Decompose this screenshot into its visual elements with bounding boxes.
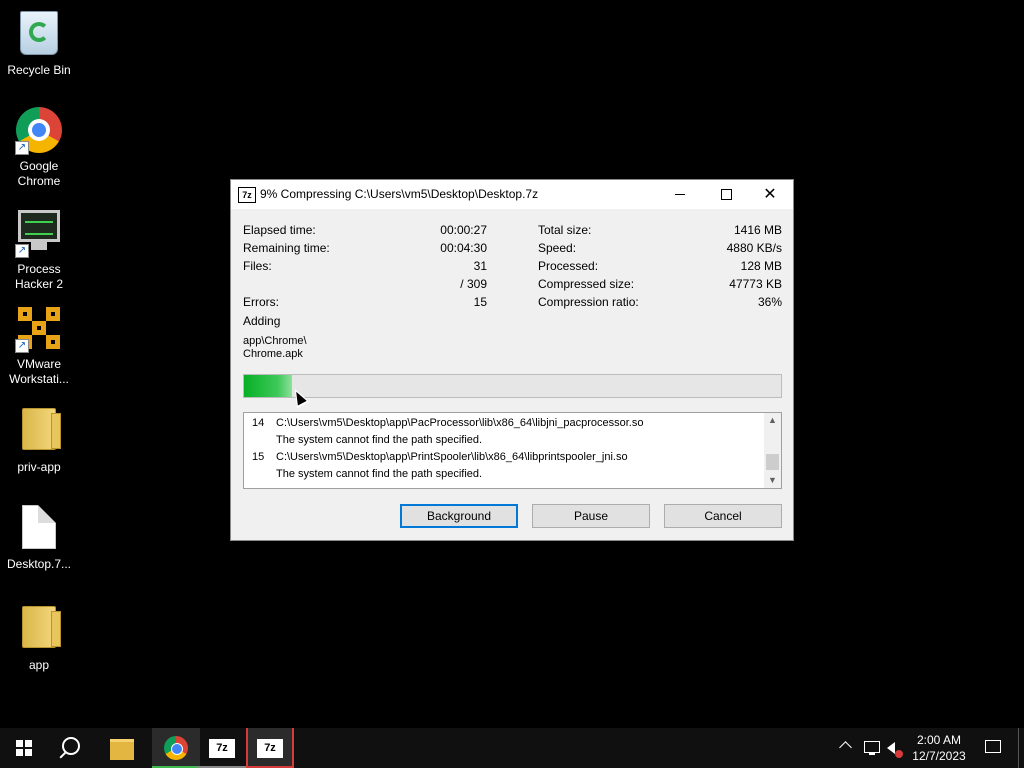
scroll-down-icon[interactable]: ▼ (764, 473, 781, 488)
window-title: 9% Compressing C:\Users\vm5\Desktop\Desk… (260, 187, 539, 201)
folder-icon (22, 408, 61, 450)
network-tray-button[interactable] (861, 728, 883, 768)
network-icon (864, 741, 880, 753)
start-button[interactable] (0, 728, 48, 768)
minimize-icon (675, 194, 685, 195)
desktop-icon-label: Recycle Bin (7, 63, 71, 77)
errors-label: Errors: (243, 295, 279, 309)
cancel-button[interactable]: Cancel (664, 504, 782, 528)
files-label: Files: (243, 259, 272, 273)
progress-bar-fill (244, 375, 293, 397)
shortcut-arrow-icon: ↗ (15, 339, 29, 353)
chevron-up-icon (839, 741, 852, 754)
maximize-icon (721, 189, 732, 200)
7zip-icon: 7z (209, 739, 235, 758)
current-file-path: app\Chrome\ (243, 335, 307, 347)
scroll-up-icon[interactable]: ▲ (764, 413, 781, 428)
minimize-button[interactable] (657, 180, 703, 209)
log-row-text: The system cannot find the path specifie… (276, 468, 483, 480)
compressed-size-label: Compressed size: (538, 277, 635, 291)
remaining-time-label: Remaining time: (243, 241, 330, 255)
log-row-text: The system cannot find the path specifie… (276, 434, 483, 446)
volume-tray-button[interactable] (885, 728, 907, 768)
title-bar[interactable]: 7z 9% Compressing C:\Users\vm5\Desktop\D… (231, 180, 793, 209)
desktop-icon-vmware[interactable]: ↗ VMware Workstati... (1, 304, 77, 387)
notification-icon (985, 740, 1001, 753)
current-file-name: Chrome.apk (243, 348, 303, 360)
close-icon: ✕ (763, 186, 777, 203)
log-scrollbar[interactable]: ▲ ▼ (764, 413, 781, 488)
folder-icon (22, 606, 61, 648)
shortcut-arrow-icon: ↗ (15, 141, 29, 155)
remaining-time-value: 00:04:30 (440, 241, 487, 255)
compression-ratio-label: Compression ratio: (538, 295, 639, 309)
volume-muted-icon (887, 742, 895, 754)
errors-value: 15 (473, 295, 487, 309)
desktop-icon-app[interactable]: app (1, 602, 77, 673)
log-row-text: C:\Users\vm5\Desktop\app\PacProcessor\li… (276, 417, 644, 429)
taskbar-clock[interactable]: 2:00 AM 12/7/2023 (907, 732, 971, 764)
clock-date: 12/7/2023 (912, 749, 966, 763)
pause-button[interactable]: Pause (532, 504, 650, 528)
7zip-app-icon: 7z (238, 187, 256, 203)
compressed-size-value: 47773 KB (729, 277, 782, 291)
show-hidden-icons-button[interactable] (838, 728, 856, 768)
desktop-icon-label: app (28, 658, 50, 672)
desktop-icon-google-chrome[interactable]: ↗ Google Chrome (1, 106, 77, 189)
process-hacker-icon (18, 210, 60, 242)
progress-bar (243, 374, 782, 398)
scroll-thumb[interactable] (766, 454, 779, 470)
desktop-icon-desktop-7z[interactable]: Desktop.7... (1, 503, 77, 572)
file-icon (22, 505, 56, 549)
search-button[interactable] (48, 728, 96, 768)
desktop: Recycle Bin ↗ Google Chrome ↗ Process Ha… (0, 0, 1024, 728)
file-explorer-icon (110, 739, 134, 760)
show-desktop-button[interactable] (1018, 728, 1024, 768)
maximize-button[interactable] (703, 180, 749, 209)
notifications-button[interactable] (980, 728, 1010, 768)
compression-ratio-value: 36% (757, 295, 782, 309)
speed-value: 4880 KB/s (726, 241, 782, 255)
desktop-icon-label: Process Hacker 2 (14, 262, 64, 291)
total-size-label: Total size: (538, 223, 592, 237)
desktop-icon-recycle-bin[interactable]: Recycle Bin (1, 8, 77, 78)
elapsed-time-value: 00:00:27 (440, 223, 487, 237)
processed-value: 128 MB (740, 259, 782, 273)
taskbar-chrome[interactable] (152, 728, 200, 768)
windows-start-icon (16, 740, 32, 756)
error-log-list[interactable]: 14 C:\Users\vm5\Desktop\app\PacProcessor… (243, 412, 782, 489)
compress-progress-dialog: 7z 9% Compressing C:\Users\vm5\Desktop\D… (230, 179, 794, 541)
desktop-icon-label: Desktop.7... (6, 557, 72, 571)
background-button[interactable]: Background (400, 504, 518, 528)
files-value: 31 (473, 259, 487, 273)
7zip-icon: 7z (257, 739, 283, 758)
speed-label: Speed: (538, 241, 577, 255)
clock-time: 2:00 AM (916, 733, 962, 747)
log-row-number: 15 (252, 451, 265, 463)
taskbar-7zip-1[interactable]: 7z (198, 728, 246, 768)
desktop-icon-priv-app[interactable]: priv-app (1, 404, 77, 475)
log-row-text: C:\Users\vm5\Desktop\app\PrintSpooler\li… (276, 451, 628, 463)
log-row-number: 14 (252, 417, 265, 429)
adding-label: Adding (243, 314, 281, 328)
shortcut-arrow-icon: ↗ (15, 244, 29, 258)
desktop-icon-label: VMware Workstati... (9, 357, 69, 386)
elapsed-time-label: Elapsed time: (243, 223, 316, 237)
recycle-bin-icon (20, 11, 58, 55)
taskbar-file-explorer[interactable] (98, 728, 146, 768)
taskbar-7zip-2[interactable]: 7z (246, 728, 294, 768)
close-button[interactable]: ✕ (747, 180, 793, 209)
desktop-icon-label: priv-app (17, 460, 61, 474)
chrome-icon (164, 736, 188, 760)
taskbar: 7z 7z 2:00 AM 12/7/2023 (0, 728, 1024, 768)
processed-label: Processed: (538, 259, 599, 273)
desktop-icon-label: Google Chrome (17, 159, 61, 188)
files-total-value: / 309 (460, 277, 487, 291)
total-size-value: 1416 MB (733, 223, 782, 237)
desktop-icon-process-hacker[interactable]: ↗ Process Hacker 2 (1, 206, 77, 292)
